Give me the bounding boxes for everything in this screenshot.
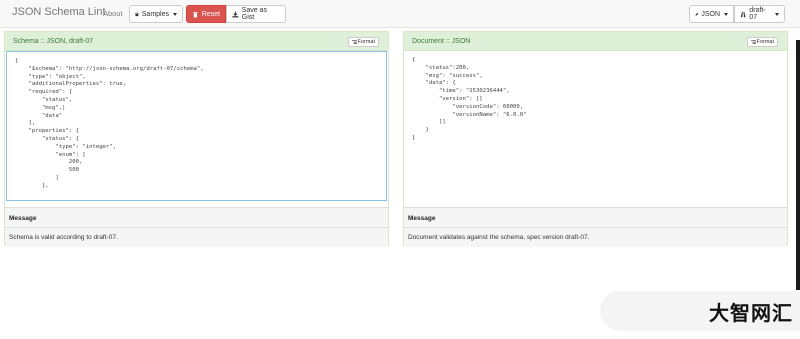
document-message-section: Message Document validates against the s… <box>404 207 787 247</box>
draft-select-value: draft-07 <box>749 7 766 21</box>
format-select[interactable]: JSON <box>689 5 734 23</box>
samples-dropdown-button[interactable]: Samples <box>129 5 183 23</box>
save-as-gist-label: Save as Gist <box>241 7 268 21</box>
samples-label: Samples <box>141 10 169 18</box>
reset-button[interactable]: Reset <box>186 5 226 23</box>
pencil-icon <box>695 12 699 16</box>
trash-icon <box>193 11 198 17</box>
schema-message-section: Message Schema is valid according to dra… <box>5 207 388 247</box>
download-icon <box>232 11 239 17</box>
road-icon <box>740 11 746 17</box>
schema-panel-title: Schema :: JSON, draft-07 <box>13 38 94 45</box>
navbar: JSON Schema Lint About Samples Reset Sav… <box>0 0 800 28</box>
about-link[interactable]: About <box>103 9 123 18</box>
format-select-value: JSON <box>701 10 720 18</box>
document-panel-heading: Document :: JSON Format <box>404 32 787 51</box>
chevron-down-icon <box>173 12 177 16</box>
brand-title[interactable]: JSON Schema Lint <box>12 6 106 18</box>
schema-message-text: Schema is valid according to draft-07. <box>5 228 388 247</box>
document-panel-title: Document :: JSON <box>412 38 471 45</box>
indent-icon <box>750 39 756 44</box>
book-icon <box>135 12 139 16</box>
schema-panel-heading: Schema :: JSON, draft-07 Format <box>5 32 388 51</box>
schema-editor[interactable]: { "$schema": "http://json-schema.org/dra… <box>6 51 387 201</box>
document-editor[interactable]: { "status":200, "msg": "success", "data"… <box>404 51 787 201</box>
draft-select[interactable]: draft-07 <box>734 5 785 23</box>
schema-panel: Schema :: JSON, draft-07 Format { "$sche… <box>4 31 389 247</box>
document-message-label: Message <box>404 207 787 228</box>
reset-label: Reset <box>201 10 220 18</box>
schema-format-label: Format <box>357 39 375 45</box>
document-panel: Document :: JSON Format { "status":200, … <box>403 31 788 247</box>
document-message-text: Document validates against the schema, s… <box>404 228 787 247</box>
chevron-down-icon <box>724 12 728 16</box>
scrollbar[interactable] <box>796 40 800 290</box>
schema-format-button[interactable]: Format <box>347 37 379 47</box>
document-format-label: Format <box>756 39 774 45</box>
chevron-down-icon <box>775 12 779 16</box>
indent-icon <box>351 39 357 44</box>
document-format-button[interactable]: Format <box>746 37 778 47</box>
schema-message-label: Message <box>5 207 388 228</box>
save-as-gist-button[interactable]: Save as Gist <box>226 5 286 23</box>
watermark-logo: 大智网汇 <box>600 291 800 331</box>
